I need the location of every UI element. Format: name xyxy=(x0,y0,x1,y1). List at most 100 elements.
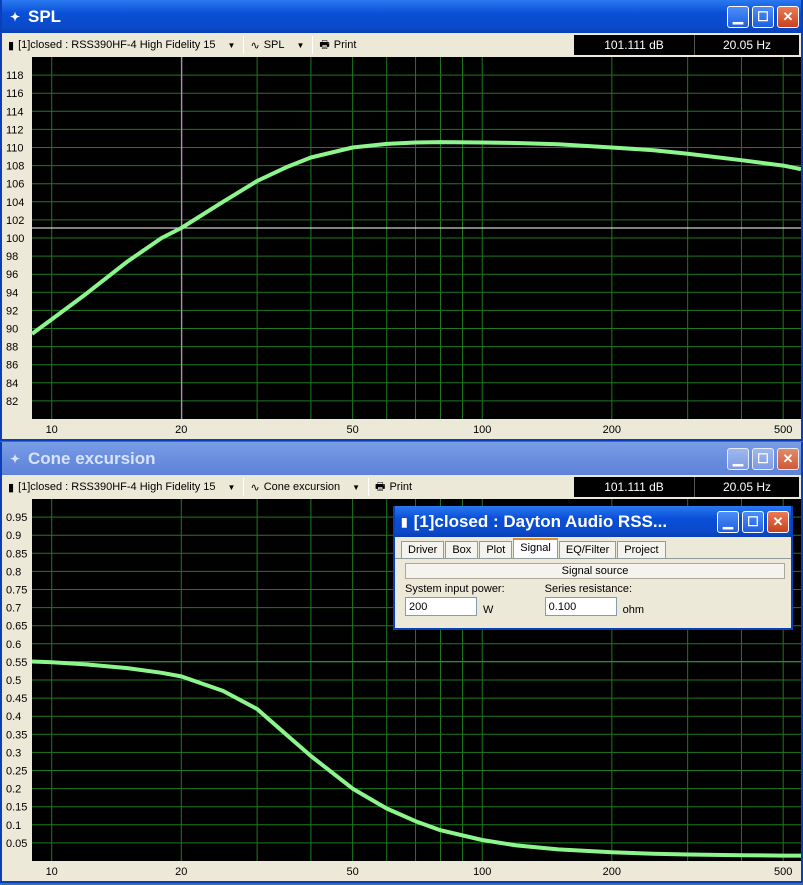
minimize-button[interactable]: ▁ xyxy=(727,5,749,28)
dialog-titlebar[interactable]: ▮ [1]closed : Dayton Audio RSS... ▁ ☐ ✕ xyxy=(395,506,791,537)
spl-chart[interactable]: 82 84 86 88 90 92 94 96 98 100 102 104 106 108 110 112 1… xyxy=(2,57,802,443)
plot-type-select[interactable]: ∿ Cone excursion ▼ xyxy=(250,481,360,494)
x-tick-label: 100 xyxy=(473,866,491,878)
y-tick-label: 0.05 xyxy=(6,838,27,850)
driver-dialog: ▮ [1]closed : Dayton Audio RSS... ▁ ☐ ✕ … xyxy=(393,506,793,630)
print-label: Print xyxy=(333,39,357,51)
x-tick-label: 500 xyxy=(774,866,792,878)
y-tick-label: 0.45 xyxy=(6,693,27,705)
hz-readout: 20.05 Hz xyxy=(694,477,799,497)
printer-icon: 🖶 xyxy=(375,480,386,493)
close-button[interactable]: ✕ xyxy=(767,510,789,533)
window-pin-icon: ✦ xyxy=(10,451,21,466)
tab-project[interactable]: Project xyxy=(617,541,666,558)
x-tick-label: 50 xyxy=(347,866,359,878)
x-tick-label: 500 xyxy=(774,424,792,436)
hz-readout: 20.05 Hz xyxy=(694,35,799,55)
y-tick-label: 94 xyxy=(6,287,18,299)
x-tick-label: 200 xyxy=(603,424,621,436)
y-tick-label: 0.2 xyxy=(6,784,21,796)
y-tick-label: 0.3 xyxy=(6,747,21,759)
driver-select[interactable]: ▮ [1]closed : RSS390HF-4 High Fidelity 1… xyxy=(8,481,235,494)
spl-titlebar[interactable]: ✦ SPL ▁ ☐ ✕ xyxy=(2,0,801,33)
y-tick-label: 0.4 xyxy=(6,711,21,723)
y-tick-label: 114 xyxy=(6,106,24,118)
y-tick-label: 0.25 xyxy=(6,766,27,778)
x-tick-label: 100 xyxy=(473,424,491,436)
chevron-down-icon: ▼ xyxy=(352,482,361,492)
power-input[interactable] xyxy=(405,597,477,616)
tab-plot[interactable]: Plot xyxy=(479,541,513,558)
y-tick-label: 0.1 xyxy=(6,820,21,832)
x-tick-label: 20 xyxy=(175,424,187,436)
cone-toolbar: ▮ [1]closed : RSS390HF-4 High Fidelity 1… xyxy=(2,475,801,499)
plot-type-select[interactable]: ∿ SPL ▼ xyxy=(250,39,304,52)
waveform-icon: ∿ xyxy=(250,481,260,494)
signal-source-header: Signal source xyxy=(405,563,785,579)
y-tick-label: 98 xyxy=(6,251,18,263)
tab-eq-filter[interactable]: EQ/Filter xyxy=(558,541,617,558)
y-tick-label: 86 xyxy=(6,360,18,372)
y-tick-label: 0.6 xyxy=(6,639,21,651)
spl-toolbar: ▮ [1]closed : RSS390HF-4 High Fidelity 1… xyxy=(2,33,801,57)
x-tick-label: 200 xyxy=(603,866,621,878)
x-tick-label: 20 xyxy=(175,866,187,878)
chevron-down-icon: ▼ xyxy=(227,482,236,492)
y-tick-label: 106 xyxy=(6,179,24,191)
y-tick-label: 0.15 xyxy=(6,802,27,814)
y-tick-label: 96 xyxy=(6,269,18,281)
y-tick-label: 0.35 xyxy=(6,729,27,741)
y-tick-label: 0.95 xyxy=(6,512,27,524)
driver-select[interactable]: ▮ [1]closed : RSS390HF-4 High Fidelity 1… xyxy=(8,39,235,52)
resistance-input[interactable] xyxy=(544,597,617,616)
db-readout: 101.111 dB xyxy=(574,477,694,497)
resistance-label: Series resistance: xyxy=(544,583,633,595)
plot-type-label: SPL xyxy=(263,39,285,51)
y-tick-label: 82 xyxy=(6,396,18,408)
spl-plot[interactable]: 82 84 86 88 90 92 94 96 98 100 102 104 106 108 110 112 1… xyxy=(2,57,802,439)
chevron-down-icon: ▼ xyxy=(296,40,305,50)
cone-titlebar[interactable]: ✦ Cone excursion ▁ ☐ ✕ xyxy=(2,442,801,475)
y-tick-label: 90 xyxy=(6,324,18,336)
maximize-button[interactable]: ☐ xyxy=(752,5,774,28)
maximize-button[interactable]: ☐ xyxy=(742,510,764,533)
tab-signal[interactable]: Signal xyxy=(513,538,558,558)
x-tick-label: 50 xyxy=(347,424,359,436)
speaker-icon: ▮ xyxy=(8,481,15,494)
print-button[interactable]: 🖶 Print xyxy=(375,478,412,497)
toolbar-separator xyxy=(243,478,245,496)
y-tick-label: 0.75 xyxy=(6,585,27,597)
y-tick-label: 118 xyxy=(6,70,24,82)
x-tick-label: 10 xyxy=(46,424,58,436)
y-tick-label: 0.55 xyxy=(6,657,27,669)
close-button[interactable]: ✕ xyxy=(777,447,799,470)
y-tick-label: 116 xyxy=(6,88,24,100)
y-tick-label: 0.8 xyxy=(6,566,21,578)
speaker-icon: ▮ xyxy=(8,39,15,52)
plot-type-label: Cone excursion xyxy=(263,481,341,493)
y-tick-label: 0.85 xyxy=(6,548,27,560)
print-button[interactable]: 🖶 Print xyxy=(319,36,356,55)
spl-window-title: SPL xyxy=(28,6,62,26)
minimize-button[interactable]: ▁ xyxy=(717,510,739,533)
toolbar-separator xyxy=(312,36,314,54)
minimize-button[interactable]: ▁ xyxy=(727,447,749,470)
chevron-down-icon: ▼ xyxy=(227,40,236,50)
resistance-unit: ohm xyxy=(622,604,645,616)
tab-box[interactable]: Box xyxy=(445,541,479,558)
y-tick-label: 110 xyxy=(6,143,24,155)
tab-driver[interactable]: Driver xyxy=(401,541,445,558)
y-tick-label: 88 xyxy=(6,342,18,354)
y-tick-label: 112 xyxy=(6,124,24,136)
x-tick-label: 10 xyxy=(46,866,58,878)
maximize-button[interactable]: ☐ xyxy=(752,447,774,470)
y-tick-label: 100 xyxy=(6,233,24,245)
toolbar-separator xyxy=(368,478,370,496)
close-button[interactable]: ✕ xyxy=(777,5,799,28)
y-tick-label: 0.7 xyxy=(6,603,21,615)
power-label: System input power: xyxy=(405,583,505,595)
driver-select-label: [1]closed : RSS390HF-4 High Fidelity 15 xyxy=(18,481,216,493)
dialog-title: [1]closed : Dayton Audio RSS... xyxy=(413,511,668,531)
y-tick-label: 104 xyxy=(6,197,24,209)
spl-window: ✦ SPL ▁ ☐ ✕ ▮ [1]closed : RSS390HF-4 Hig… xyxy=(0,0,803,441)
